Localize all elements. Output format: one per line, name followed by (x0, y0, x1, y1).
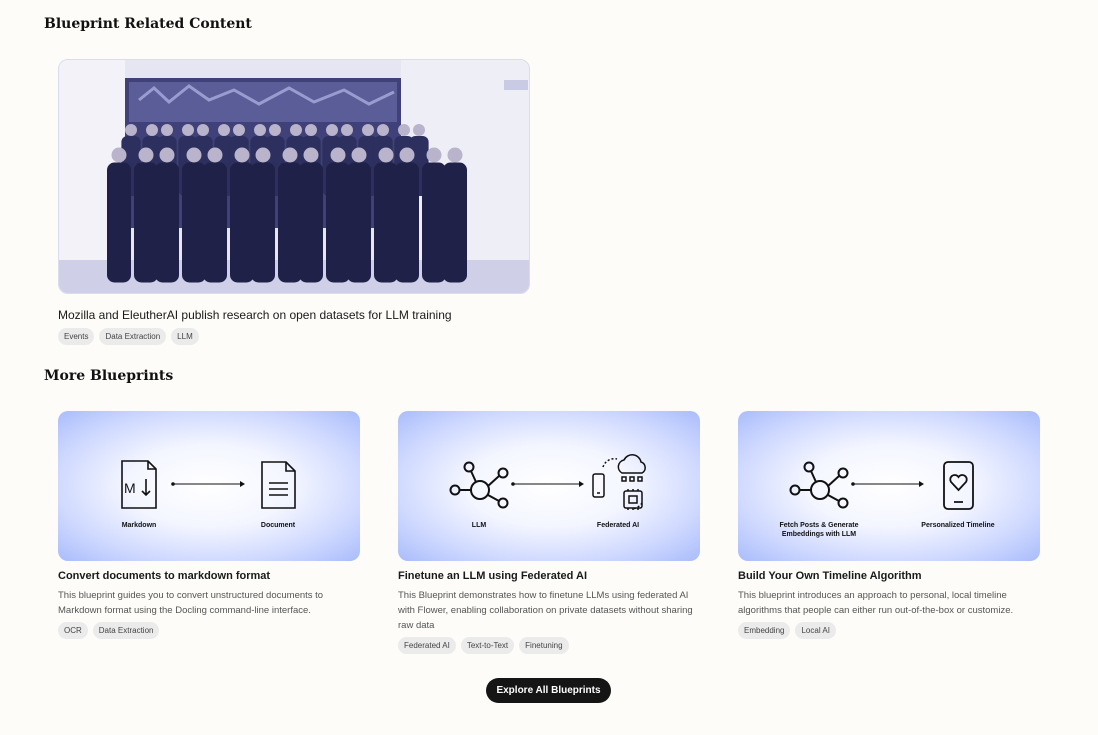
diagram-right-label: Federated AI (596, 522, 640, 529)
document-icon (261, 461, 296, 509)
blueprint-tags: Embedding Local AI (738, 622, 1040, 639)
tag-local-ai[interactable]: Local AI (795, 622, 836, 639)
blueprint-title[interactable]: Build Your Own Timeline Algorithm (738, 570, 1040, 582)
tag-data-extraction[interactable]: Data Extraction (99, 328, 167, 345)
arrow-icon (171, 481, 245, 487)
diagram-left-label: Fetch Posts & Generate Embeddings with L… (780, 521, 859, 539)
related-content-card[interactable]: Mozilla and EleutherAI publish research … (58, 59, 530, 345)
blueprint-card-timeline[interactable]: Fetch Posts & Generate Embeddings with L… (738, 411, 1040, 639)
blueprint-title[interactable]: Convert documents to markdown format (58, 570, 360, 582)
explore-all-blueprints-button[interactable]: Explore All Blueprints (486, 678, 611, 703)
diagram-right-label: Document (260, 522, 296, 529)
tag-text-to-text[interactable]: Text-to-Text (460, 637, 515, 654)
tag-events[interactable]: Events (58, 328, 95, 345)
phone-heart-icon (943, 461, 974, 510)
group-photo[interactable] (58, 59, 530, 294)
blueprint-card-federated[interactable]: LLM Federated AI Finetune an LLM using F… (398, 411, 700, 654)
tag-llm[interactable]: LLM (171, 328, 199, 345)
tag-finetuning[interactable]: Finetuning (519, 637, 569, 654)
blueprint-description: This blueprint guides you to convert uns… (58, 590, 324, 616)
related-section-title: Blueprint Related Content (44, 16, 252, 32)
svg-text:M: M (124, 480, 136, 496)
federated-icon (592, 454, 646, 510)
blueprint-thumbnail[interactable]: M Markdown Document (58, 411, 360, 561)
blueprint-tags: Federated AI Text-to-Text Finetuning (398, 637, 700, 654)
blueprint-card-markdown[interactable]: M Markdown Document Convert documents to… (58, 411, 360, 639)
network-icon (449, 461, 509, 509)
related-card-tags: Events Data Extraction LLM (58, 328, 530, 345)
blueprint-tags: OCR Data Extraction (58, 622, 360, 639)
tag-ocr[interactable]: OCR (58, 622, 88, 639)
arrow-icon (511, 481, 584, 487)
tag-embedding[interactable]: Embedding (738, 622, 791, 639)
blueprint-thumbnail[interactable]: LLM Federated AI (398, 411, 700, 561)
diagram-left-label-line2: Embeddings with LLM (781, 531, 857, 538)
related-card-title[interactable]: Mozilla and EleutherAI publish research … (58, 308, 530, 322)
more-blueprints-title: More Blueprints (44, 368, 174, 384)
markdown-file-icon: M (121, 460, 157, 509)
blueprint-title[interactable]: Finetune an LLM using Federated AI (398, 570, 700, 582)
tag-federated-ai[interactable]: Federated AI (398, 637, 456, 654)
network-icon (789, 461, 849, 509)
tag-data-extraction[interactable]: Data Extraction (92, 622, 160, 639)
diagram-left-label: LLM (471, 522, 487, 529)
blueprint-description: This blueprint introduces an approach to… (738, 590, 1014, 616)
diagram-left-label-line1: Fetch Posts & Generate (779, 522, 859, 529)
diagram-left-label: Markdown (121, 522, 157, 529)
blueprint-thumbnail[interactable]: Fetch Posts & Generate Embeddings with L… (738, 411, 1040, 561)
diagram-right-label: Personalized Timeline (921, 522, 995, 529)
blueprint-description: This Blueprint demonstrates how to finet… (398, 590, 693, 631)
arrow-icon (851, 481, 924, 487)
